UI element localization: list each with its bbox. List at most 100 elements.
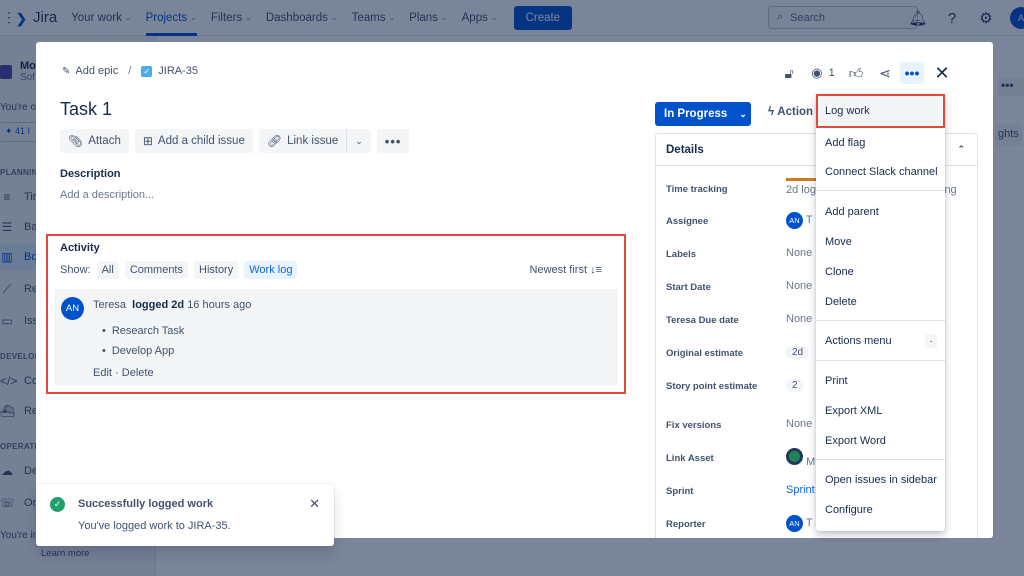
- time-tracking-value: 2d log: [786, 184, 816, 196]
- lightning-icon: ϟ: [768, 106, 778, 118]
- add-epic-link[interactable]: Add epic: [75, 65, 118, 77]
- menu-item-add-parent[interactable]: Add parent: [816, 197, 945, 227]
- author-name[interactable]: Teresa: [93, 299, 126, 311]
- issue-key-link[interactable]: JIRA-35: [158, 65, 198, 77]
- field-label-reporter: Reporter: [666, 519, 706, 530]
- hierarchy-icon: ⊞: [142, 134, 153, 148]
- show-label: Show:: [60, 264, 91, 276]
- filter-work-log[interactable]: Work log: [244, 261, 298, 279]
- watchers-button[interactable]: ◉ 1: [804, 62, 842, 84]
- asset-name: M: [806, 456, 816, 468]
- field-label-assignee: Assignee: [666, 216, 709, 227]
- sort-button[interactable]: Newest first ↓≡: [530, 264, 602, 276]
- menu-item-configure[interactable]: Configure: [816, 495, 945, 525]
- original-estimate-value[interactable]: 2d: [786, 346, 810, 359]
- asset-icon: [786, 448, 803, 465]
- success-toast: ✓ Successfully logged work You've logged…: [36, 484, 334, 546]
- menu-item-open-in-sidebar[interactable]: Open issues in sidebar: [816, 465, 945, 495]
- reporter-value[interactable]: AN T: [786, 515, 813, 532]
- field-label-story-points: Story point estimate: [666, 381, 758, 392]
- list-item: Research Task: [102, 325, 185, 337]
- filter-comments[interactable]: Comments: [124, 261, 188, 279]
- activity-heading: Activity: [60, 242, 100, 254]
- delete-link[interactable]: Delete: [122, 367, 154, 379]
- status-dropdown[interactable]: In Progress ⌄: [655, 102, 751, 126]
- menu-item-add-flag[interactable]: Add flag: [816, 128, 945, 158]
- task-type-icon: ✓: [141, 65, 153, 77]
- link-issue-dropdown[interactable]: ⌄: [347, 129, 371, 153]
- chevron-up-icon: ⌃: [957, 144, 965, 154]
- assignee-value[interactable]: AN T: [786, 212, 813, 229]
- labels-value[interactable]: None: [786, 247, 812, 259]
- pencil-icon: ✎: [62, 65, 71, 77]
- issue-action-bar: 📎︎ Attach ⊞ Add a child issue 🔗︎ Link issue…: [60, 129, 410, 153]
- menu-item-export-word[interactable]: Export Word: [816, 426, 945, 456]
- issue-title[interactable]: Task 1: [60, 99, 112, 120]
- menu-item-actions-menu[interactable]: Actions menu.: [816, 326, 945, 356]
- link-issue-button[interactable]: 🔗︎ Link issue: [258, 129, 348, 153]
- field-label-link-asset: Link Asset: [666, 453, 714, 464]
- button-label: Attach: [88, 135, 121, 147]
- menu-divider: [816, 190, 945, 191]
- field-label-start-date: Start Date: [666, 282, 711, 293]
- menu-item-log-work[interactable]: Log work: [816, 94, 945, 128]
- link-asset-value[interactable]: M: [786, 448, 815, 468]
- description-input[interactable]: Add a description...: [60, 189, 154, 201]
- toast-message: You've logged work to JIRA-35.: [78, 520, 231, 532]
- menu-divider: [816, 320, 945, 321]
- work-log-summary: Teresa logged 2d 16 hours ago: [93, 299, 251, 311]
- breadcrumb-separator: /: [128, 65, 132, 77]
- field-label-sprint: Sprint: [666, 486, 694, 497]
- sprint-link[interactable]: Sprint: [786, 484, 815, 496]
- chevron-down-icon: ⌄: [739, 108, 747, 119]
- menu-item-export-xml[interactable]: Export XML: [816, 396, 945, 426]
- menu-item-clone[interactable]: Clone: [816, 257, 945, 287]
- more-actions-menu: Log work Add flag Connect Slack channel …: [816, 94, 945, 531]
- more-actions-button[interactable]: •••: [900, 62, 924, 84]
- due-date-value[interactable]: None: [786, 313, 812, 325]
- avatar: AN: [786, 515, 803, 532]
- activity-filters: Show: All Comments History Work log: [60, 261, 298, 279]
- start-date-value[interactable]: None: [786, 280, 812, 292]
- share-icon[interactable]: ⋖: [870, 62, 900, 84]
- field-label-due-date: Teresa Due date: [666, 315, 739, 326]
- fix-versions-value[interactable]: None: [786, 418, 812, 430]
- edit-link[interactable]: Edit: [93, 367, 112, 379]
- paperclip-icon: 📎︎: [68, 134, 84, 148]
- menu-item-move[interactable]: Move: [816, 227, 945, 257]
- menu-item-print[interactable]: Print: [816, 366, 945, 396]
- actions-label: Action: [777, 106, 814, 118]
- status-label: In Progress: [664, 108, 728, 120]
- assignee-name: T: [805, 214, 813, 226]
- field-label-labels: Labels: [666, 249, 697, 260]
- lock-icon[interactable]: 🔓︎: [778, 62, 800, 84]
- button-label: Add a child issue: [157, 135, 245, 147]
- filter-all[interactable]: All: [96, 261, 119, 279]
- list-item: Develop App: [102, 345, 184, 357]
- breadcrumb: ✎ Add epic / ✓ JIRA-35: [62, 65, 198, 77]
- field-label-time-tracking: Time tracking: [666, 184, 728, 195]
- reporter-name: T: [805, 517, 813, 529]
- attach-button[interactable]: 📎︎ Attach: [60, 129, 129, 153]
- entry-actions: Edit · Delete: [93, 367, 154, 379]
- close-icon[interactable]: ✕: [924, 62, 960, 84]
- story-points-pill: 2: [786, 379, 804, 392]
- log-time: 16 hours ago: [187, 299, 252, 311]
- filter-history[interactable]: History: [194, 261, 239, 279]
- link-icon: 🔗︎: [266, 134, 283, 148]
- separator-dot: ·: [115, 367, 119, 379]
- details-heading: Details: [666, 143, 704, 156]
- avatar: AN: [61, 297, 84, 320]
- toast-title: Successfully logged work: [78, 498, 214, 510]
- keyboard-shortcut: .: [925, 334, 937, 348]
- menu-item-connect-slack[interactable]: Connect Slack channel: [816, 157, 945, 187]
- sort-icon: ↓≡: [590, 264, 602, 276]
- thumbs-up-icon[interactable]: 👍︎: [842, 62, 870, 84]
- actions-button[interactable]: ϟ Action: [768, 106, 813, 118]
- story-points-value[interactable]: 2: [786, 379, 804, 392]
- more-button[interactable]: •••: [376, 129, 410, 153]
- watchers-count: 1: [828, 67, 835, 79]
- add-child-issue-button[interactable]: ⊞ Add a child issue: [134, 129, 253, 153]
- menu-item-delete[interactable]: Delete: [816, 287, 945, 317]
- close-icon[interactable]: ✕: [309, 496, 320, 512]
